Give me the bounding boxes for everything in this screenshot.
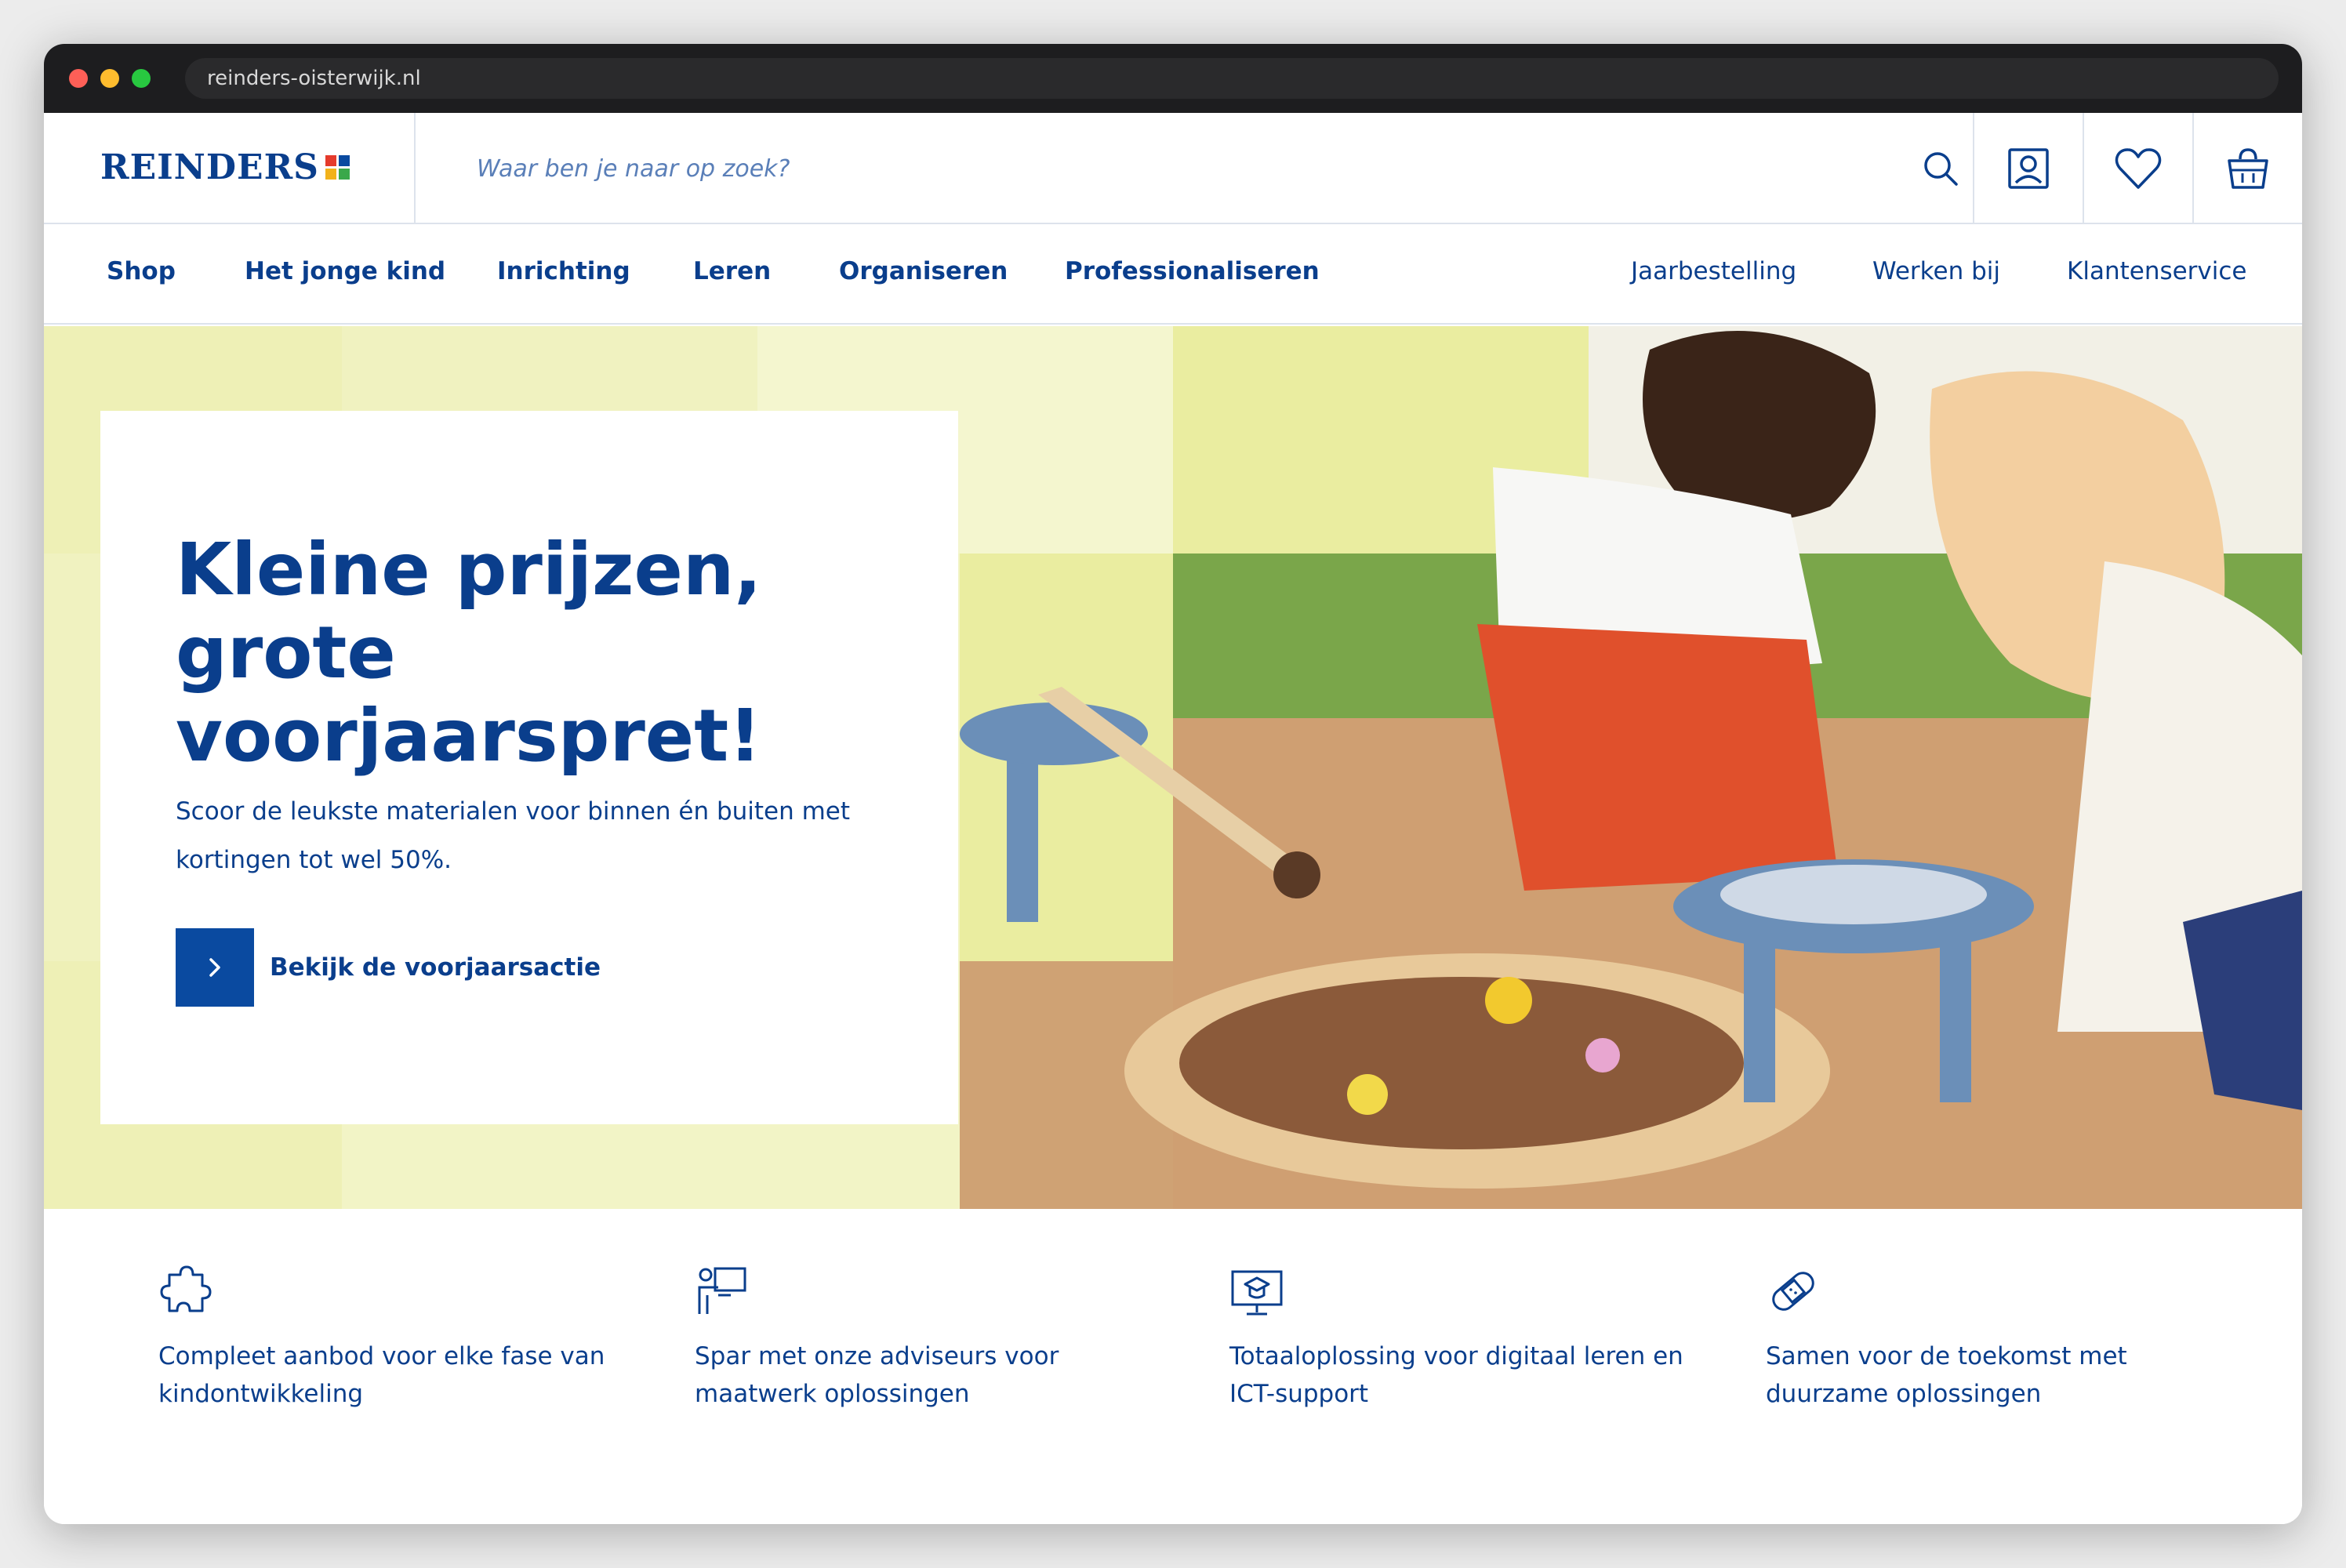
browser-window: reinders-oisterwijk.nl REINDERS Waar ben… [44, 44, 2302, 1524]
logo-text: REINDERS [100, 147, 319, 187]
hero-card: Kleine prijzen, grote voorjaarspret! Sco… [100, 411, 958, 1124]
nav-item-organiseren[interactable]: Organiseren [839, 257, 1008, 285]
nav-item-shop[interactable]: Shop [107, 257, 176, 285]
basket-button[interactable] [2192, 113, 2302, 224]
logo-mark-icon [325, 155, 350, 180]
nav-item-het-jonge-kind[interactable]: Het jonge kind [245, 257, 445, 285]
address-bar[interactable]: reinders-oisterwijk.nl [185, 58, 2279, 99]
digital-learning-icon [1231, 1270, 1283, 1316]
site-header: REINDERS [44, 113, 2302, 224]
hero-photo-children-playing [960, 326, 2302, 1209]
browser-chrome: reinders-oisterwijk.nl [44, 44, 2302, 113]
wishlist-button[interactable] [2083, 113, 2192, 224]
hero-title: Kleine prijzen, grote voorjaarspret! [176, 528, 762, 778]
usp-item: Samen voor de toekomst met duurzame oplo… [1766, 1264, 2236, 1413]
nav-item-inrichting[interactable]: Inrichting [497, 257, 630, 285]
hero-banner: Kleine prijzen, grote voorjaarspret! Sco… [44, 326, 2302, 1209]
account-icon [2008, 148, 2049, 189]
nav-item-werken-bij[interactable]: Werken bij [1872, 257, 2000, 285]
usp-item: Spar met onze adviseurs voor maatwerk op… [695, 1264, 1165, 1413]
search-icon [1924, 152, 1958, 186]
nav-item-klantenservice[interactable]: Klantenservice [2067, 257, 2247, 285]
reinders-logo[interactable]: REINDERS [100, 147, 350, 187]
close-window-button[interactable] [69, 69, 88, 88]
account-button[interactable] [1973, 113, 2083, 224]
search-button[interactable] [1913, 141, 1968, 196]
usp-text: Spar met onze adviseurs voor maatwerk op… [695, 1342, 1059, 1408]
basket-icon [2228, 148, 2268, 189]
minimize-window-button[interactable] [100, 69, 119, 88]
cta-arrow-button[interactable] [176, 928, 254, 1007]
bandage-icon [1772, 1272, 1814, 1311]
cta-label[interactable]: Bekijk de voorjaarsactie [270, 953, 601, 982]
nav-item-leren[interactable]: Leren [693, 257, 771, 285]
teacher-icon [698, 1267, 746, 1314]
usp-bar: Compleet aanbod voor elke fase van kindo… [44, 1209, 2302, 1524]
usp-text: Compleet aanbod voor elke fase van kindo… [158, 1342, 605, 1408]
heart-icon [2115, 148, 2162, 189]
main-navigation: Shop Het jonge kind Inrichting Leren Org… [44, 224, 2302, 325]
hero-description: Scoor de leukste materialen voor binnen … [176, 797, 851, 874]
usp-item: Compleet aanbod voor elke fase van kindo… [158, 1264, 629, 1413]
nav-item-jaarbestelling[interactable]: Jaarbestelling [1631, 257, 1796, 285]
usp-text: Samen voor de toekomst met duurzame oplo… [1766, 1342, 2127, 1408]
search-input[interactable] [477, 149, 1888, 188]
nav-item-professionaliseren[interactable]: Professionaliseren [1065, 257, 1320, 285]
search-bar [414, 113, 2014, 224]
usp-item: Totaaloplossing voor digitaal leren en I… [1229, 1264, 1700, 1413]
usp-text: Totaaloplossing voor digitaal leren en I… [1229, 1342, 1683, 1408]
maximize-window-button[interactable] [132, 69, 151, 88]
puzzle-icon [160, 1265, 212, 1312]
chevron-right-icon [209, 958, 220, 977]
hero-cta[interactable]: Bekijk de voorjaarsactie [176, 928, 601, 1007]
